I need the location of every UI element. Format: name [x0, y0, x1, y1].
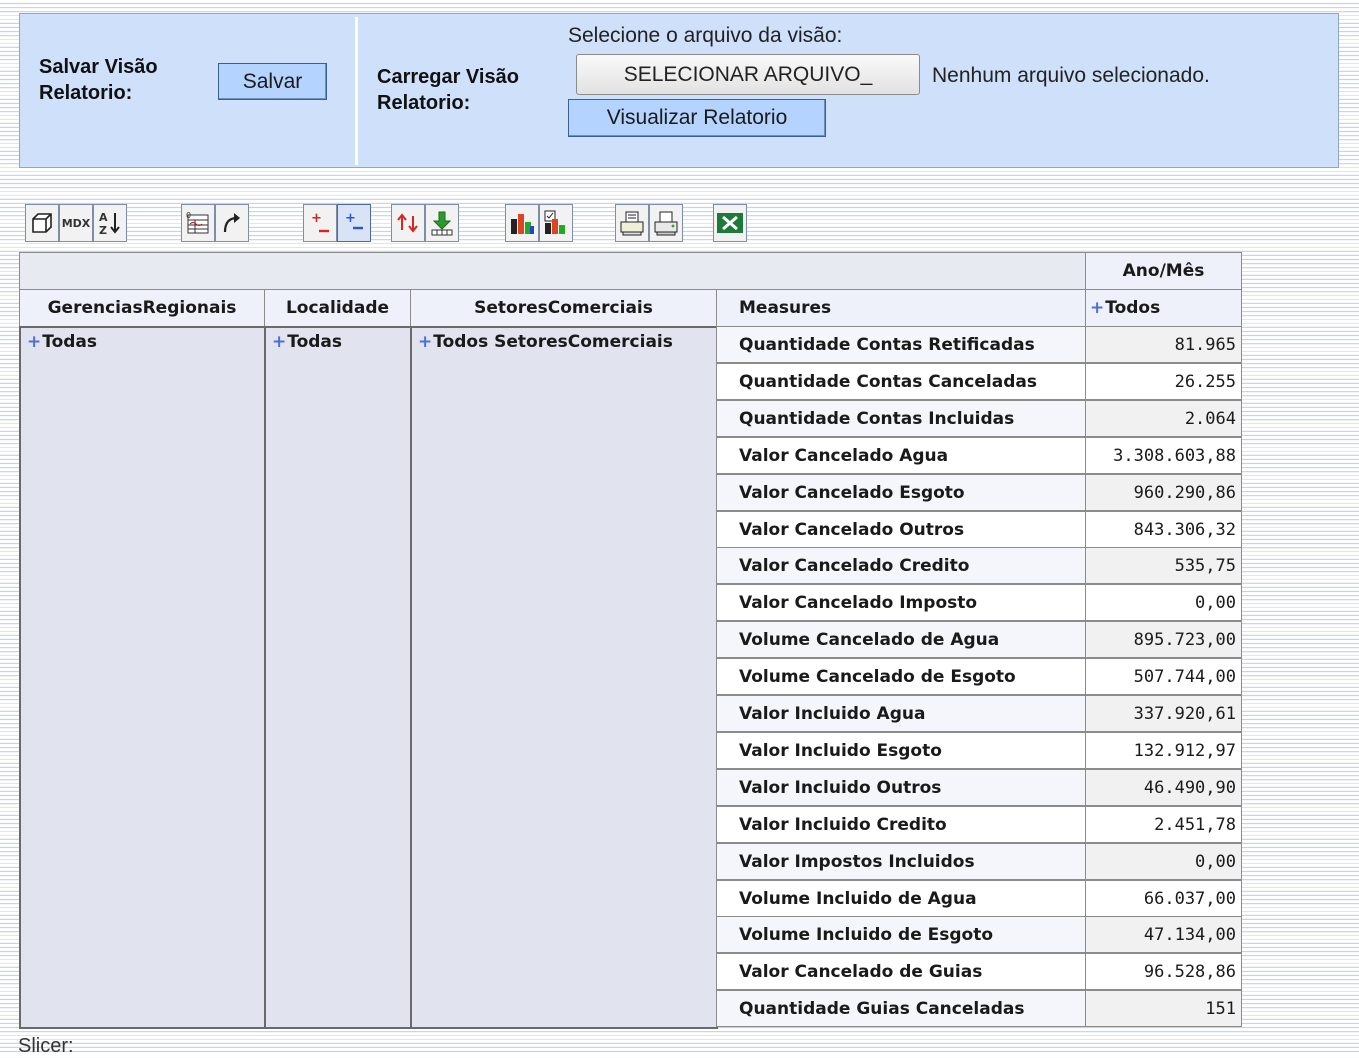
expand-plus-icon[interactable]: +: [27, 332, 41, 352]
measure-label[interactable]: Valor Incluido Credito: [716, 806, 1086, 843]
measure-value: 337.920,61: [1085, 695, 1242, 732]
measure-label[interactable]: Quantidade Guias Canceladas: [716, 990, 1086, 1027]
header-gerencias-regionais[interactable]: GerenciasRegionais: [19, 289, 265, 327]
measure-label[interactable]: Valor Incluido Outros: [716, 769, 1086, 806]
measure-label[interactable]: Valor Incluido Agua: [716, 695, 1086, 732]
cube-navigator-icon[interactable]: [25, 204, 59, 242]
print-icon[interactable]: [649, 204, 683, 242]
measure-label[interactable]: Valor Incluido Esgoto: [716, 732, 1086, 769]
measure-value: 96.528,86: [1085, 953, 1242, 990]
swap-axes-icon[interactable]: [215, 204, 249, 242]
expand-plus-icon[interactable]: +: [272, 332, 286, 352]
excel-icon[interactable]: [713, 204, 747, 242]
load-view-label-line1: Carregar Visão: [377, 66, 519, 88]
measure-value: 2.451,78: [1085, 806, 1242, 843]
collapse-icon[interactable]: +: [337, 204, 371, 242]
save-view-label-line2: Relatorio:: [39, 82, 133, 104]
measure-label[interactable]: Volume Incluido de Esgoto: [716, 916, 1086, 953]
expand-plus-icon[interactable]: +: [1090, 298, 1104, 318]
member-label: Todos SetoresComerciais: [433, 332, 673, 352]
measure-value: 507.744,00: [1085, 658, 1242, 695]
measure-value: 843.306,32: [1085, 511, 1242, 548]
pivot-corner-header: [19, 252, 1086, 290]
view-report-button[interactable]: Visualizar Relatorio: [568, 99, 826, 137]
column-member-label: Todos: [1105, 298, 1161, 318]
measure-value: 132.912,97: [1085, 732, 1242, 769]
export-down-icon[interactable]: [425, 204, 459, 242]
measure-value: 2.064: [1085, 400, 1242, 437]
load-view-label-line2: Relatorio:: [377, 92, 471, 114]
measure-label[interactable]: Valor Cancelado Agua: [716, 437, 1086, 474]
member-setores-todos[interactable]: + Todos SetoresComerciais: [418, 332, 673, 352]
save-view-label-line1: Salvar Visão: [39, 56, 158, 78]
member-localidade-todas[interactable]: + Todas: [272, 332, 342, 352]
measure-value: 26.255: [1085, 363, 1242, 400]
measure-value: 46.490,90: [1085, 769, 1242, 806]
file-prompt-label: Selecione o arquivo da visão:: [568, 24, 843, 47]
measure-label[interactable]: Valor Cancelado Credito: [716, 547, 1086, 584]
member-label: Todas: [287, 332, 343, 352]
file-status-text: Nenhum arquivo selecionado.: [932, 64, 1210, 87]
measure-label[interactable]: Valor Impostos Incluidos: [716, 843, 1086, 880]
measure-value: 3.308.603,88: [1085, 437, 1242, 474]
measure-label[interactable]: Volume Incluido de Agua: [716, 880, 1086, 917]
measure-label[interactable]: Quantidade Contas Retificadas: [716, 326, 1086, 363]
measure-label[interactable]: Valor Cancelado Outros: [716, 511, 1086, 548]
svg-text:0: 0: [186, 211, 191, 220]
measure-label[interactable]: Quantidade Contas Incluidas: [716, 400, 1086, 437]
measure-label[interactable]: Volume Cancelado de Esgoto: [716, 658, 1086, 695]
panel-divider: [355, 17, 358, 165]
measure-label[interactable]: Valor Cancelado de Guias: [716, 953, 1086, 990]
svg-text:A: A: [99, 211, 108, 224]
measure-label[interactable]: Quantidade Contas Canceladas: [716, 363, 1086, 400]
measure-value: 66.037,00: [1085, 880, 1242, 917]
chart-icon[interactable]: [505, 204, 539, 242]
measure-value: 47.134,00: [1085, 916, 1242, 953]
row-dimension-localidade: [264, 326, 412, 1029]
row-dimension-gerencias: [19, 326, 266, 1029]
header-localidade[interactable]: Localidade: [264, 289, 411, 327]
svg-text:Z: Z: [99, 224, 107, 237]
member-gerencias-todas[interactable]: + Todas: [27, 332, 97, 352]
expand-plus-icon[interactable]: +: [418, 332, 432, 352]
mdx-icon[interactable]: MDX: [59, 204, 93, 242]
save-button[interactable]: Salvar: [218, 63, 327, 100]
column-dimension-header[interactable]: Ano/Mês: [1085, 252, 1242, 290]
show-parent-icon[interactable]: 0: [181, 204, 215, 242]
header-measures[interactable]: Measures: [716, 289, 1086, 327]
print-settings-icon[interactable]: [615, 204, 649, 242]
measure-label[interactable]: Valor Cancelado Esgoto: [716, 474, 1086, 511]
header-setores-comerciais[interactable]: SetoresComerciais: [410, 289, 717, 327]
sort-az-icon[interactable]: AZ: [93, 204, 127, 242]
member-label: Todas: [42, 332, 98, 352]
select-file-button[interactable]: SELECIONAR ARQUIVO_: [576, 54, 920, 95]
save-view-label: Salvar Visão Relatorio:: [39, 54, 158, 106]
chart-config-icon[interactable]: [539, 204, 573, 242]
drill-through-icon[interactable]: [391, 204, 425, 242]
measure-label[interactable]: Valor Cancelado Imposto: [716, 584, 1086, 621]
mdx-icon-text: MDX: [61, 216, 91, 230]
olap-toolbar: MDX AZ 0 + +: [25, 204, 765, 244]
load-view-label: Carregar Visão Relatorio:: [377, 64, 519, 116]
measure-value: 895.723,00: [1085, 621, 1242, 658]
report-view-panel: Salvar Visão Relatorio: Salvar Carregar …: [19, 13, 1339, 168]
column-member-todos[interactable]: + Todos: [1085, 289, 1242, 327]
measure-value: 81.965: [1085, 326, 1242, 363]
measure-value: 535,75: [1085, 547, 1242, 584]
row-dimension-setores: [410, 326, 718, 1029]
measure-value: 0,00: [1085, 584, 1242, 621]
measure-label[interactable]: Volume Cancelado de Agua: [716, 621, 1086, 658]
header-measures-label: Measures: [739, 298, 832, 318]
measure-value: 960.290,86: [1085, 474, 1242, 511]
svg-text:+: +: [311, 211, 322, 226]
measure-value: 151: [1085, 990, 1242, 1027]
measure-value: 0,00: [1085, 843, 1242, 880]
expand-all-icon[interactable]: +: [303, 204, 337, 242]
svg-text:+: +: [345, 211, 356, 226]
